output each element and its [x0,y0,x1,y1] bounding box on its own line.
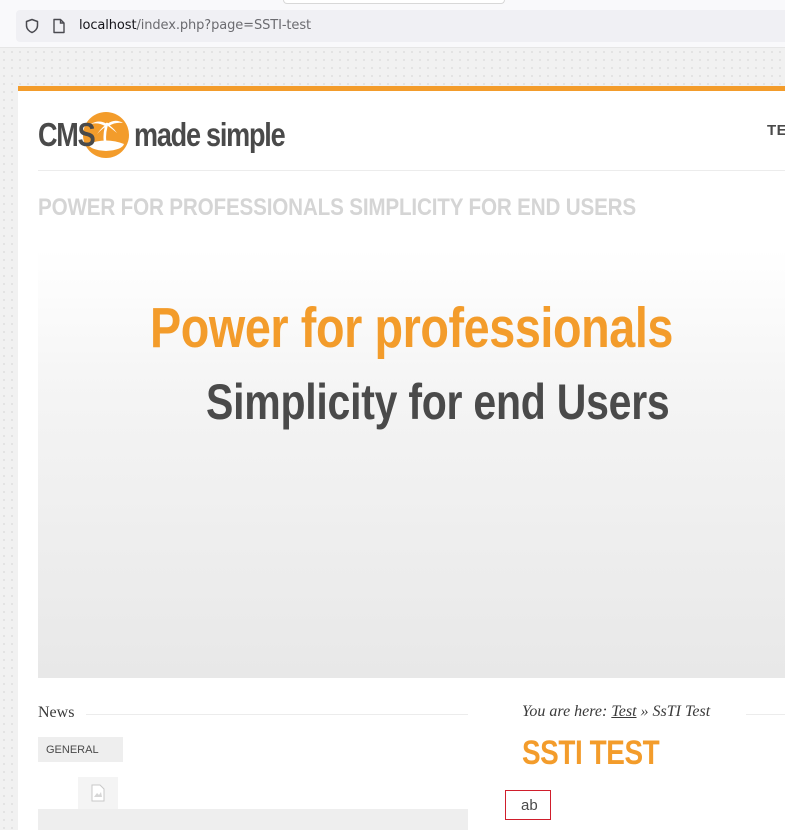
news-category-general[interactable]: GENERAL [38,737,123,762]
browser-toolbar: localhost/index.php?page=SSTI-test [0,0,785,48]
breadcrumb: You are here: Test » SsTI Test [522,703,710,721]
url-path: /index.php?page=SSTI-test [136,18,311,33]
breadcrumb-separator: » [640,703,649,720]
site-logo[interactable]: CMS made simple [38,109,317,161]
news-heading: News [38,704,75,721]
url-host: localhost [79,18,137,33]
template-output-highlight: ab [505,790,551,820]
breadcrumb-current: SsTI Test [652,703,711,720]
breadcrumb-link-test[interactable]: Test [611,703,636,720]
url-text[interactable]: localhost/index.php?page=SSTI-test [79,18,311,33]
header-divider [38,170,785,171]
broken-image-icon [91,784,105,802]
site-tagline: POWER FOR PROFESSIONALS SIMPLICITY FOR E… [38,194,637,221]
news-thumbnail[interactable] [78,777,118,809]
news-item-block [38,809,468,830]
page-icon [53,18,65,34]
news-divider [86,714,468,715]
active-tab-edge[interactable] [283,0,505,4]
address-bar[interactable]: localhost/index.php?page=SSTI-test [16,10,785,42]
breadcrumb-divider [746,714,785,715]
shield-icon[interactable] [24,18,40,34]
banner-subheadline: Simplicity for end Users [206,374,670,430]
hero-banner: Power for professionals Simplicity for e… [38,249,785,678]
logo-word-made-simple: made simple [134,116,286,153]
nav-item-test[interactable]: TES [767,122,785,139]
logo-word-cms: CMS [38,116,96,153]
site-page: CMS made simple TES POWER FOR PROFESSION… [18,86,785,830]
page-title: SSTI TEST [522,734,660,772]
breadcrumb-prefix: You are here: [522,703,608,720]
banner-headline: Power for professionals [150,296,674,360]
